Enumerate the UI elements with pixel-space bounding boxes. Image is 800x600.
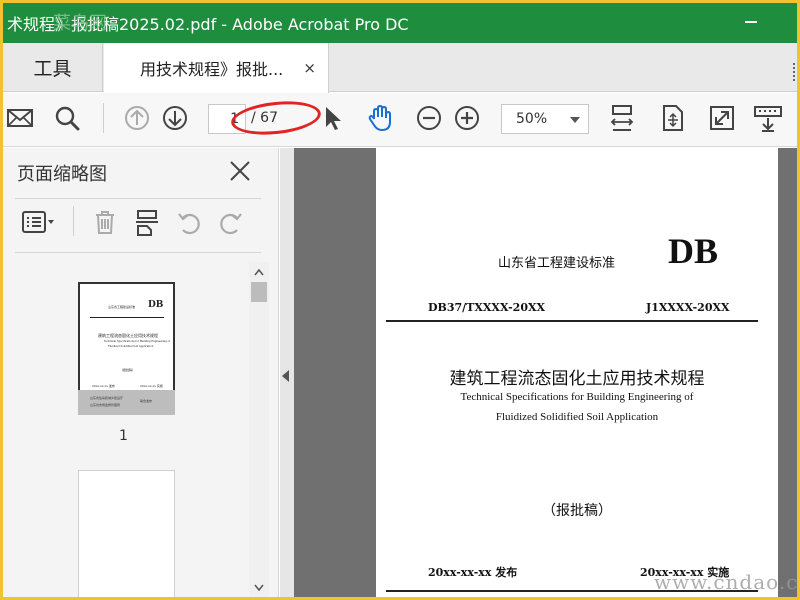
scrollbar-thumb[interactable] — [251, 282, 267, 302]
panel-title: 页面缩略图 — [17, 164, 107, 185]
search-button[interactable] — [50, 101, 84, 135]
thumb-title-en2: Fluidized Solidified Soil Application — [108, 345, 154, 348]
hand-icon — [368, 104, 391, 132]
expand-icon — [710, 106, 734, 130]
panel-divider — [15, 198, 261, 199]
fit-width-button[interactable] — [605, 101, 639, 135]
rotate-page-button[interactable] — [655, 101, 689, 135]
thumb-std-name: 山东省工程建设标准 — [108, 305, 136, 309]
thumbnail-footer: 山东省住房和城乡建设厅 山东省市场监督管理局 联合发布 — [78, 390, 175, 415]
rotate-right-button[interactable] — [215, 206, 247, 238]
more-options-icon[interactable] — [793, 63, 797, 81]
toolbar: 1 / 67 50% — [3, 93, 797, 147]
thumbnail-page-number: 1 — [119, 428, 128, 444]
list-options-icon — [22, 211, 54, 233]
thumb-rule — [90, 317, 164, 318]
keyboard-icon — [754, 106, 782, 132]
panel-toolbar-divider — [73, 206, 74, 236]
page-extract-icon — [136, 210, 158, 236]
plus-circle-icon — [455, 106, 479, 130]
tab-tools[interactable]: 工具 — [3, 43, 103, 92]
issue-date: 20xx-xx-xx 发布 — [428, 566, 518, 579]
keyboard-tools-button[interactable] — [751, 101, 785, 135]
arrow-up-circle-icon — [125, 106, 149, 130]
email-button[interactable] — [3, 101, 37, 135]
extract-page-button[interactable] — [131, 206, 163, 238]
full-screen-button[interactable] — [705, 101, 739, 135]
panel-divider-2 — [15, 252, 261, 253]
next-page-button[interactable] — [158, 101, 192, 135]
hand-tool-button[interactable] — [363, 101, 397, 135]
trash-icon — [96, 211, 114, 234]
tab-bar: 工具 用技术规程》报批... × — [3, 43, 797, 93]
close-icon[interactable] — [229, 160, 251, 182]
thumb-db-mark: DB — [148, 300, 164, 310]
zoom-value: 50% — [516, 111, 548, 127]
thumb-issue: 20xx-xx-xx 发布 — [92, 384, 115, 388]
title-bar: 术规程》报批稿2025.02.pdf - Adobe Acrobat Pro D… — [3, 3, 797, 43]
document-view[interactable]: 山东省工程建设标准 DB DB37/TXXXX-20XX J1XXXX-20XX… — [280, 148, 797, 597]
select-tool-button[interactable] — [315, 101, 349, 135]
fit-width-icon — [610, 105, 634, 131]
minimize-icon[interactable] — [745, 21, 757, 23]
tab-document-label: 用技术规程》报批... — [140, 60, 284, 79]
document-title-cn: 建筑工程流态固化土应用技术规程 — [449, 369, 705, 389]
scroll-up-icon[interactable] — [254, 268, 264, 276]
tab-tools-label: 工具 — [33, 58, 72, 80]
thumb-draft: （报批稿） — [120, 368, 136, 372]
draft-label: （报批稿） — [542, 503, 612, 519]
thumbnail-scrollbar[interactable] — [249, 262, 269, 597]
delete-page-button[interactable] — [89, 206, 121, 238]
pdf-page: 山东省工程建设标准 DB DB37/TXXXX-20XX J1XXXX-20XX… — [376, 148, 778, 597]
tab-document[interactable]: 用技术规程》报批... × — [104, 43, 329, 93]
document-title-en-2: Fluidized Solidified Soil Application — [495, 411, 659, 423]
zoom-in-button[interactable] — [450, 101, 484, 135]
acrobat-window: 术规程》报批稿2025.02.pdf - Adobe Acrobat Pro D… — [3, 3, 797, 597]
page-thumbnail-1[interactable]: 山东省工程建设标准 DB 建筑工程流态固化土应用技术规程 Technical S… — [78, 282, 175, 392]
record-code: J1XXXX-20XX — [646, 301, 730, 314]
toolbar-divider — [103, 103, 104, 133]
panel-collapse-strip[interactable] — [280, 148, 294, 597]
chevron-down-icon — [570, 117, 580, 123]
rotate-left-button[interactable] — [173, 206, 205, 238]
zoom-out-button[interactable] — [412, 101, 446, 135]
thumb-title-en1: Technical Specifications for Building En… — [104, 340, 171, 343]
mail-icon — [7, 109, 33, 127]
close-tab-icon[interactable]: × — [303, 59, 316, 77]
rotate-ccw-icon — [178, 213, 200, 235]
document-title-en-1: Technical Specifications for Building En… — [460, 391, 694, 403]
thumb-footer-2: 山东省市场监督管理局 — [90, 403, 121, 407]
minus-circle-icon — [417, 106, 441, 130]
header-rule — [386, 320, 758, 322]
db-mark: DB — [668, 231, 719, 271]
thumb-footer-3: 联合发布 — [140, 399, 153, 403]
arrow-down-circle-icon — [163, 106, 187, 130]
standard-code: DB37/TXXXX-20XX — [428, 301, 546, 314]
thumbnail-panel: 页面缩略图 山东省工程建设标准 DB 建筑工程流态固化土应用技术规程 Techn… — [3, 148, 279, 597]
page-fit-icon — [663, 105, 683, 131]
search-icon — [55, 106, 80, 131]
scroll-down-icon[interactable] — [254, 584, 264, 592]
thumbnail-list: 山东省工程建设标准 DB 建筑工程流态固化土应用技术规程 Technical S… — [3, 262, 249, 597]
thumbnail-options-button[interactable] — [19, 206, 59, 238]
thumb-title-cn: 建筑工程流态固化土应用技术规程 — [98, 333, 158, 338]
page-thumbnail-2[interactable] — [78, 470, 175, 597]
thumb-footer-1: 山东省住房和城乡建设厅 — [90, 396, 124, 400]
standard-name: 山东省工程建设标准 — [498, 256, 616, 271]
chevron-left-icon[interactable] — [282, 370, 289, 382]
site-watermark: www.cndao.co — [654, 570, 797, 594]
previous-page-button[interactable] — [120, 101, 154, 135]
corner-watermark: 菜鸟网 — [53, 13, 107, 34]
cursor-arrow-icon — [326, 107, 341, 130]
rotate-cw-icon — [220, 213, 242, 235]
thumb-impl: 20xx-xx-xx 实施 — [140, 384, 163, 388]
zoom-select[interactable]: 50% — [501, 104, 589, 134]
